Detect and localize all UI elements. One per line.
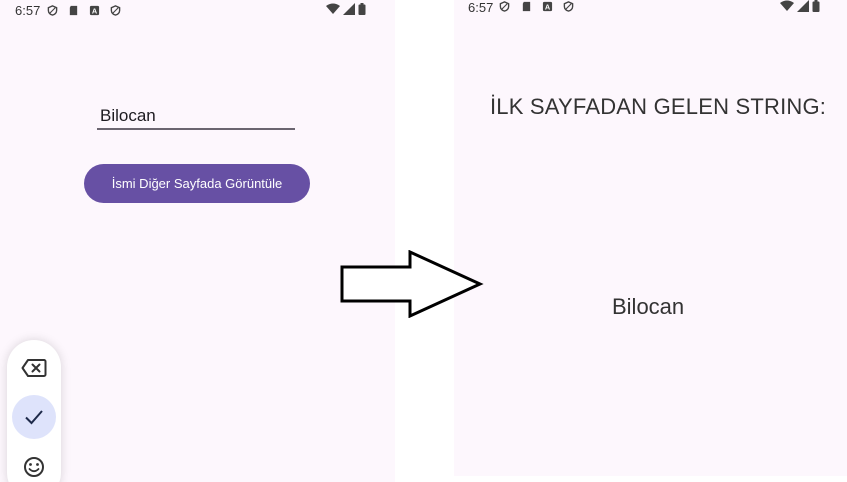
svg-text:A: A [92, 6, 98, 15]
signal-icon [797, 0, 809, 12]
status-bar: 6:57 A [454, 0, 847, 20]
sd-card-icon [522, 1, 531, 12]
name-input[interactable]: Bilocan [100, 106, 156, 126]
svg-text:A: A [545, 2, 551, 11]
emoji-icon [24, 457, 44, 477]
page-heading: İLK SAYFADAN GELEN STRING: [490, 94, 827, 119]
status-time: 6:57 [15, 3, 41, 18]
status-icons-right [326, 3, 366, 15]
show-on-other-page-button[interactable]: İsmi Diğer Sayfada Görüntüle [84, 164, 310, 203]
first-page-screen: 6:57 A Bilocan İsmi Diğer Sayfada Görünt… [0, 0, 395, 482]
status-time: 6:57 [468, 0, 494, 15]
right-arrow-icon [340, 250, 484, 318]
wifi-icon [780, 0, 794, 11]
status-bar: 6:57 A [0, 0, 395, 20]
backspace-icon [21, 359, 47, 377]
battery-icon [812, 0, 820, 12]
keyboard-toolbar [7, 340, 61, 482]
battery-icon [358, 3, 366, 15]
wifi-icon [326, 3, 340, 14]
shield-icon [110, 5, 121, 16]
emoji-button[interactable] [12, 445, 56, 482]
received-name-text: Bilocan [612, 294, 685, 319]
font-icon: A [89, 5, 100, 15]
done-button[interactable] [12, 395, 56, 439]
signal-icon [343, 3, 355, 15]
shield-icon [499, 1, 510, 12]
second-page-screen: 6:57 A İLK SAYFADAN GELEN STRING: Biloca… [454, 0, 847, 476]
shield-icon [563, 1, 574, 12]
name-input-underline [97, 128, 295, 130]
checkmark-icon [25, 410, 43, 425]
shield-icon [47, 5, 58, 16]
sd-card-icon [69, 5, 78, 16]
font-icon: A [542, 1, 553, 11]
backspace-button[interactable] [12, 346, 56, 390]
status-icons-right [780, 0, 820, 12]
